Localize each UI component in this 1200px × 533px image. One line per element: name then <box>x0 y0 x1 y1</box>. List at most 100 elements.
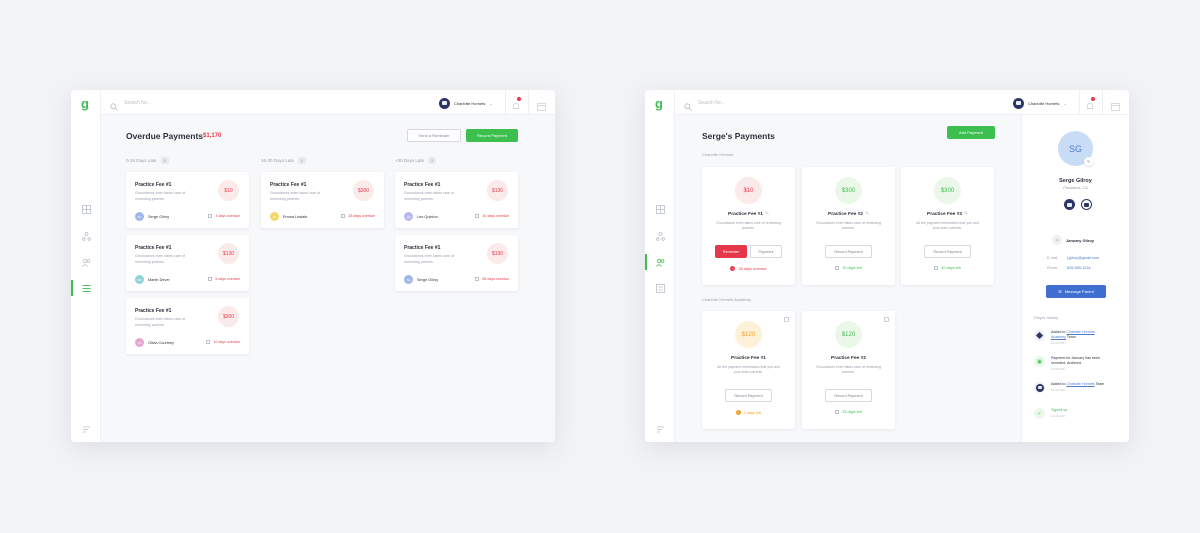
phone-label: Phone <box>1047 266 1058 270</box>
app-logo[interactable]: g <box>655 96 665 111</box>
overdue-text: 56 days overdue <box>482 277 509 281</box>
list-icon[interactable] <box>656 284 665 293</box>
team-icon <box>1034 382 1045 393</box>
payment-card[interactable]: $10 Practice Fee #1 ✎ Groundwork even tak… <box>702 167 795 285</box>
calendar-icon[interactable] <box>537 98 546 116</box>
phone-link[interactable]: 626-555-1234 <box>1067 266 1091 270</box>
record-payment-button[interactable]: Record Payment <box>825 389 872 402</box>
academy-logo-icon[interactable] <box>1081 199 1092 210</box>
fee-person[interactable]: EL Emma Lindale <box>270 212 307 221</box>
history-text: Team <box>1065 335 1076 339</box>
profile-panel: SG ✎ Serge Gilroy Pasadena, CA JG Januar… <box>1021 115 1129 442</box>
chat-icon[interactable] <box>656 425 665 434</box>
overdue-status: 3 days overdue <box>208 214 240 218</box>
fee-person[interactable]: LQ Leo Quinton <box>404 212 438 221</box>
person-name: Emma Lindale <box>283 214 308 219</box>
payment-status: ! 2 days left <box>702 410 795 415</box>
history-team-link[interactable]: Charlotte Hornets <box>1066 382 1094 386</box>
fee-person[interactable]: OC Olivia Courtney <box>135 338 174 347</box>
fee-description: Groundwork even takes care of reminding … <box>404 191 454 201</box>
payment-card[interactable]: $120 Practice Fee #2 Groundwork even tak… <box>802 311 895 429</box>
record-payment-button[interactable]: Record Payment <box>725 389 772 402</box>
fee-title: Practice Fee #1 <box>404 182 441 188</box>
message-parent-button[interactable]: ☰ Message Parent <box>1046 285 1106 298</box>
overdue-payments-window: g Charlotte Hornets ⌄ <box>71 90 555 442</box>
reminder-button[interactable]: Reminder <box>715 245 747 258</box>
search-icon[interactable] <box>110 98 118 116</box>
org-icon[interactable] <box>656 232 665 241</box>
overdue-status: 28 days overdue <box>341 214 375 218</box>
fee-person[interactable]: MD Martin Dever <box>135 275 170 284</box>
edit-icon[interactable]: ✎ <box>765 212 769 217</box>
payment-description: Groundwork even takes care of reminding … <box>716 221 781 230</box>
fee-card[interactable]: Practice Fee #1 Groundwork even takes ca… <box>126 172 249 228</box>
archive-icon[interactable] <box>884 317 889 322</box>
payment-title: Practice Fee #1 ✎ <box>702 212 795 217</box>
record-payment-button[interactable]: Record Payment <box>825 245 872 258</box>
list-icon[interactable] <box>82 284 91 293</box>
record-payment-button[interactable]: Record Payment <box>466 129 518 142</box>
payment-amount: $300 <box>934 177 961 204</box>
person-name: Martin Dever <box>148 277 170 282</box>
fee-card[interactable]: Practice Fee #1 Groundwork even takes ca… <box>395 235 518 291</box>
history-item: ▣ Payment for January has been recorded.… <box>1034 356 1107 372</box>
payment-title-text: Practice Fee #3 <box>927 212 962 217</box>
record-payment-button[interactable]: Record Payment <box>924 245 971 258</box>
fee-description: Groundwork even takes care of reminding … <box>404 254 454 264</box>
payment-title-text: Practice Fee #2 <box>828 212 863 217</box>
fee-person[interactable]: SG Serge Gilroy <box>135 212 169 221</box>
calendar-icon <box>341 214 346 218</box>
fee-card[interactable]: Practice Fee #1 Groundwork even takes ca… <box>126 298 249 354</box>
profile-location: Pasadena, CA <box>1063 186 1088 190</box>
fee-card[interactable]: Practice Fee #1 Groundwork even takes ca… <box>261 172 384 228</box>
dashboard-icon[interactable] <box>82 205 91 214</box>
fee-amount: $130 <box>218 243 239 264</box>
history-item: Added to Charlotte Hornets Academy Team … <box>1034 330 1107 346</box>
payment-button[interactable]: Payment <box>750 245 782 258</box>
fee-card[interactable]: Practice Fee #1 Groundwork even takes ca… <box>395 172 518 228</box>
add-payment-button[interactable]: Add Payment <box>947 126 995 139</box>
search-input[interactable] <box>124 96 244 109</box>
overdue-text: 28 days overdue <box>348 214 375 218</box>
search-icon[interactable] <box>684 98 692 116</box>
app-logo[interactable]: g <box>81 96 91 111</box>
payment-description: All the payment information that you and… <box>916 221 979 230</box>
edit-icon[interactable]: ✎ <box>1084 157 1093 166</box>
avatar: SG <box>135 212 144 221</box>
edit-icon[interactable]: ✎ <box>865 212 869 217</box>
email-link[interactable]: j.gilroy@gmail.com <box>1067 256 1099 260</box>
dashboard-icon[interactable] <box>656 205 665 214</box>
org-icon[interactable] <box>82 232 91 241</box>
search-input[interactable] <box>698 96 818 109</box>
history-item: Added to Charlotte Hornets Team 12.02.20… <box>1034 382 1107 393</box>
sidebar: g <box>645 90 675 442</box>
fee-title: Practice Fee #1 <box>135 182 172 188</box>
history-text: Added to <box>1051 382 1067 386</box>
send-reminder-button[interactable]: Send a Reminder <box>407 129 461 142</box>
team-logo-icon[interactable] <box>1064 199 1075 210</box>
team-selector[interactable]: Charlotte Hornets ⌄ <box>439 97 493 109</box>
edit-icon[interactable]: ✎ <box>964 212 968 217</box>
payment-title: Practice Fee #3 ✎ <box>901 212 994 217</box>
avatar: MD <box>135 275 144 284</box>
avatar: LQ <box>404 212 413 221</box>
people-icon[interactable] <box>82 258 91 267</box>
overdue-main: Overdue Payments $1,170 Send a Reminder … <box>101 115 555 442</box>
payment-card[interactable]: $300 Practice Fee #3 ✎ All the payment in… <box>901 167 994 285</box>
fee-person[interactable]: SG Serge Gilroy <box>404 275 438 284</box>
chat-icon[interactable] <box>82 425 91 434</box>
fee-card[interactable]: Practice Fee #1 Groundwork even takes ca… <box>126 235 249 291</box>
team-selector[interactable]: Charlotte Hornets ⌄ <box>1013 97 1067 109</box>
calendar-icon <box>475 214 480 218</box>
avatar: EL <box>270 212 279 221</box>
column-count: 2 <box>428 157 437 164</box>
history-date: 22.02.2017 <box>1051 341 1067 345</box>
divider <box>505 90 506 115</box>
status-text: 33 days left <box>842 410 862 414</box>
archive-icon[interactable] <box>784 317 789 322</box>
calendar-icon[interactable] <box>1111 98 1120 116</box>
payment-card[interactable]: $300 Practice Fee #2 ✎ Groundwork even ta… <box>802 167 895 285</box>
people-icon[interactable] <box>656 258 665 267</box>
payment-card[interactable]: $120 Practice Fee #1 All the payment inf… <box>702 311 795 429</box>
fee-amount: $300 <box>353 180 374 201</box>
